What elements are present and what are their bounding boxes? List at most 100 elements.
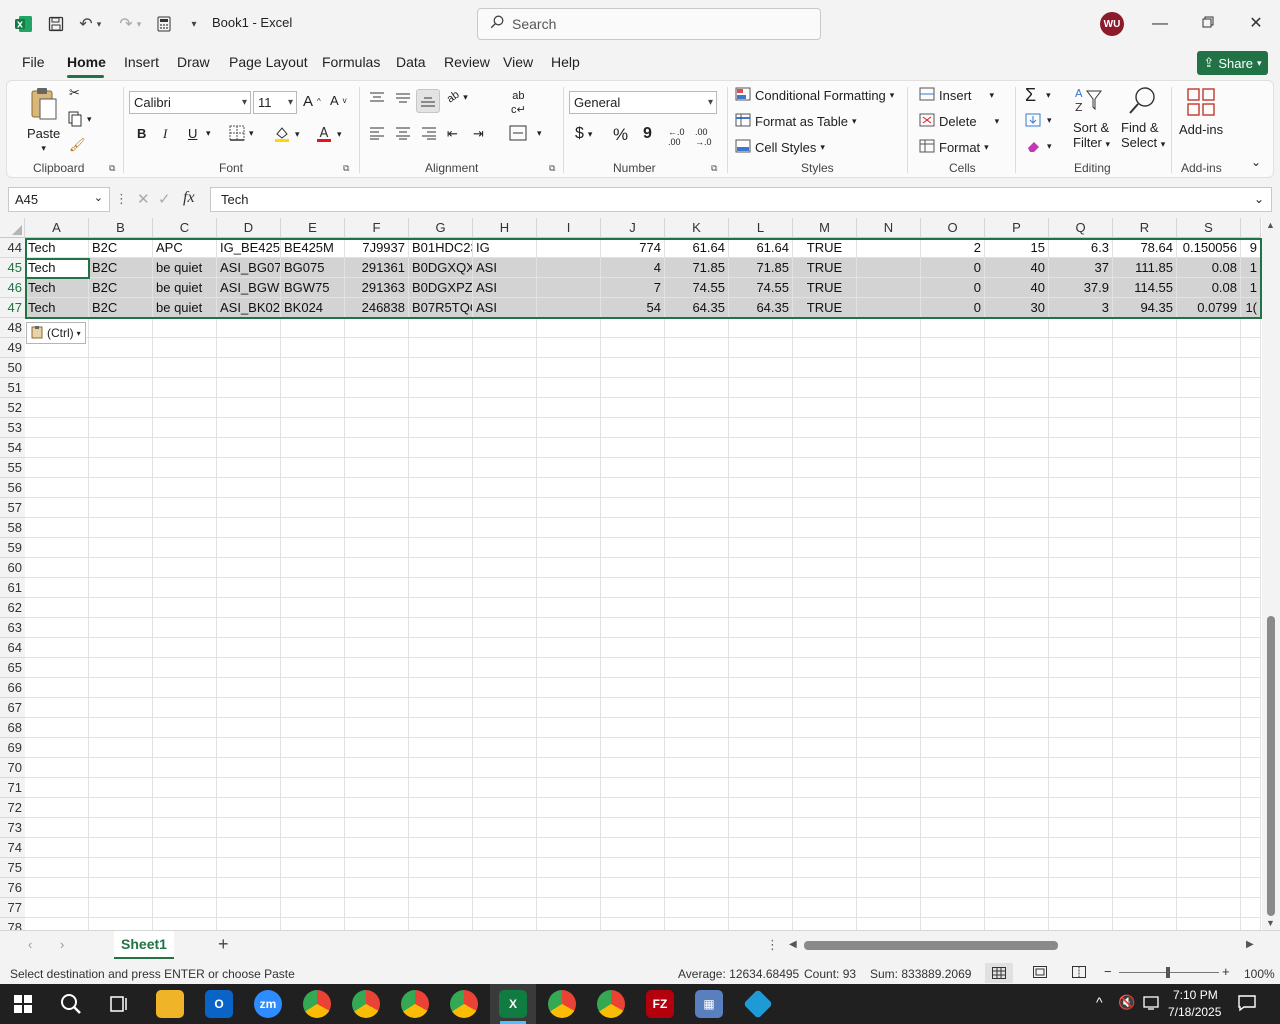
table-cell[interactable]	[729, 858, 793, 878]
table-cell[interactable]	[345, 398, 409, 418]
table-cell[interactable]	[857, 418, 921, 438]
table-cell[interactable]	[217, 878, 281, 898]
table-cell[interactable]: 0	[921, 258, 985, 278]
table-cell[interactable]	[601, 358, 665, 378]
table-cell[interactable]	[985, 538, 1049, 558]
table-cell[interactable]	[1177, 478, 1241, 498]
table-cell[interactable]	[153, 458, 217, 478]
table-cell[interactable]	[793, 318, 857, 338]
app-icon[interactable]	[743, 989, 773, 1019]
table-cell[interactable]	[857, 478, 921, 498]
table-cell[interactable]	[793, 538, 857, 558]
table-cell[interactable]	[25, 778, 89, 798]
table-cell[interactable]	[1241, 318, 1261, 338]
table-cell[interactable]	[1049, 518, 1113, 538]
table-cell[interactable]	[153, 558, 217, 578]
table-cell[interactable]	[857, 698, 921, 718]
tab-view[interactable]: View	[503, 54, 533, 70]
table-cell[interactable]: 71.85	[665, 258, 729, 278]
table-cell[interactable]: 74.55	[665, 278, 729, 298]
table-cell[interactable]	[601, 698, 665, 718]
table-cell[interactable]	[857, 678, 921, 698]
table-cell[interactable]	[1049, 698, 1113, 718]
table-cell[interactable]	[537, 458, 601, 478]
cell-styles-button[interactable]: Cell Styles ▾	[735, 139, 825, 156]
table-cell[interactable]	[857, 658, 921, 678]
table-cell[interactable]	[921, 678, 985, 698]
table-cell[interactable]	[921, 418, 985, 438]
table-cell[interactable]	[1241, 738, 1261, 758]
table-cell[interactable]	[793, 898, 857, 918]
table-cell[interactable]	[921, 518, 985, 538]
table-cell[interactable]	[345, 858, 409, 878]
table-cell[interactable]	[89, 898, 153, 918]
table-cell[interactable]	[153, 438, 217, 458]
table-cell[interactable]	[473, 518, 537, 538]
table-cell[interactable]: B2C	[89, 238, 153, 258]
table-cell[interactable]	[793, 378, 857, 398]
table-cell[interactable]	[217, 418, 281, 438]
table-cell[interactable]	[281, 358, 345, 378]
table-cell[interactable]	[153, 838, 217, 858]
table-cell[interactable]	[1049, 538, 1113, 558]
table-cell[interactable]	[1241, 718, 1261, 738]
table-cell[interactable]	[1177, 738, 1241, 758]
table-cell[interactable]	[729, 878, 793, 898]
table-cell[interactable]	[665, 738, 729, 758]
table-cell[interactable]	[473, 818, 537, 838]
close-icon[interactable]: ✕	[1244, 12, 1268, 36]
table-cell[interactable]	[345, 698, 409, 718]
table-cell[interactable]	[409, 358, 473, 378]
active-cell[interactable]: Tech	[25, 258, 89, 278]
table-cell[interactable]	[281, 718, 345, 738]
fill-color-icon[interactable]: ▾	[273, 125, 300, 143]
table-cell[interactable]	[857, 338, 921, 358]
table-cell[interactable]	[1049, 478, 1113, 498]
page-break-view-icon[interactable]	[1072, 966, 1086, 981]
row-header[interactable]: 64	[0, 638, 25, 658]
table-cell[interactable]	[537, 238, 601, 258]
table-cell[interactable]	[153, 898, 217, 918]
table-cell[interactable]: 61.64	[729, 238, 793, 258]
table-cell[interactable]	[1049, 878, 1113, 898]
table-cell[interactable]	[1113, 358, 1177, 378]
table-cell[interactable]	[793, 418, 857, 438]
table-cell[interactable]	[1177, 358, 1241, 378]
table-cell[interactable]	[473, 638, 537, 658]
table-cell[interactable]	[25, 738, 89, 758]
share-button[interactable]: ⇪ Share ▾	[1197, 51, 1268, 75]
table-cell[interactable]	[985, 418, 1049, 438]
column-header[interactable]: K	[665, 218, 729, 238]
fill-icon[interactable]: ▾	[1025, 113, 1052, 127]
column-header[interactable]: J	[601, 218, 665, 238]
table-cell[interactable]	[857, 638, 921, 658]
table-cell[interactable]	[537, 798, 601, 818]
table-cell[interactable]	[921, 538, 985, 558]
normal-view-icon[interactable]	[985, 963, 1013, 983]
table-cell[interactable]	[601, 718, 665, 738]
table-cell[interactable]	[281, 678, 345, 698]
row-header[interactable]: 49	[0, 338, 25, 358]
table-cell[interactable]	[1049, 418, 1113, 438]
chrome-icon[interactable]	[450, 990, 478, 1018]
table-cell[interactable]: 114.55	[1113, 278, 1177, 298]
table-cell[interactable]	[153, 418, 217, 438]
table-cell[interactable]	[985, 438, 1049, 458]
table-cell[interactable]	[153, 478, 217, 498]
table-cell[interactable]	[409, 558, 473, 578]
table-cell[interactable]	[729, 578, 793, 598]
table-cell[interactable]: 0	[921, 278, 985, 298]
table-cell[interactable]	[537, 418, 601, 438]
table-cell[interactable]	[665, 478, 729, 498]
table-cell[interactable]	[89, 778, 153, 798]
table-cell[interactable]	[1049, 918, 1113, 930]
table-cell[interactable]	[921, 658, 985, 678]
table-cell[interactable]	[601, 338, 665, 358]
table-cell[interactable]	[537, 698, 601, 718]
table-cell[interactable]	[537, 498, 601, 518]
table-cell[interactable]	[345, 518, 409, 538]
table-cell[interactable]	[729, 738, 793, 758]
table-cell[interactable]	[473, 418, 537, 438]
table-cell[interactable]	[601, 658, 665, 678]
bold-button[interactable]: B	[137, 126, 146, 141]
